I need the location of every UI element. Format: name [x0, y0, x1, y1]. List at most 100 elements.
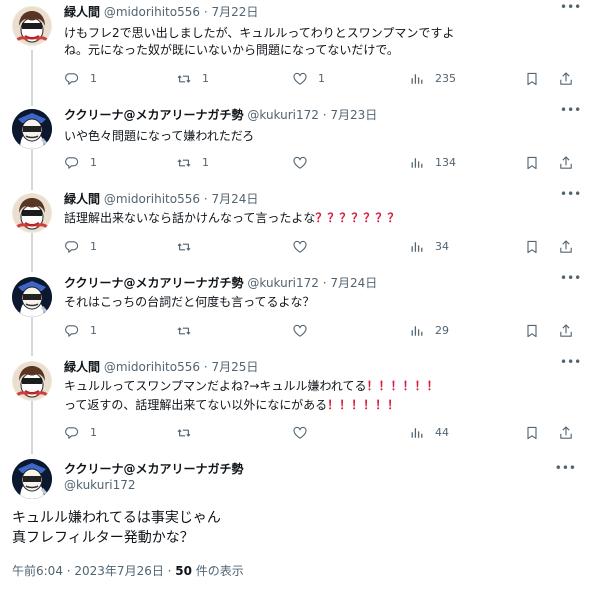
display-name[interactable]: 緑人間 [64, 192, 100, 206]
main-tweet-line: キュルル嫌われてるは事実じゃん [12, 510, 221, 526]
handle[interactable]: @kukuri172 [247, 276, 319, 290]
more-icon[interactable]: ••• [555, 461, 576, 475]
share-button[interactable] [558, 322, 574, 340]
views-button[interactable]: 29 [409, 322, 449, 340]
more-icon[interactable]: ••• [560, 356, 581, 371]
reply-button[interactable]: 1 [64, 424, 97, 442]
handle[interactable]: @kukuri172 [247, 108, 319, 122]
views-button[interactable]: 34 [409, 238, 449, 256]
bookmark-icon [527, 240, 537, 254]
bookmark-button[interactable] [524, 424, 540, 442]
tweet-timestamp[interactable]: 午前6:04 · 2023年7月26日 · [12, 564, 175, 578]
heart-icon [293, 156, 307, 169]
retweet-button[interactable]: 1 [176, 70, 209, 88]
tweet-text-emphasis: ！！！！！！ [366, 379, 439, 393]
handle[interactable]: @midorihito556 [104, 360, 200, 374]
reply-icon [65, 427, 79, 439]
handle[interactable]: @midorihito556 [104, 5, 200, 19]
tweet-meta: 午前6:04 · 2023年7月26日 · 50 件の表示 [12, 562, 244, 579]
tweet-header: ククリーナ@メカアリーナガチ勢 @kukuri172 · 7月24日 [64, 275, 377, 291]
analytics-icon [411, 157, 423, 169]
tweet-date[interactable]: 7月24日 [211, 192, 258, 206]
share-icon [560, 72, 572, 85]
tweet[interactable]: 緑人間 @midorihito556 · 7月25日 ••• キュルルってスワン… [0, 355, 590, 455]
avatar[interactable] [12, 109, 52, 149]
reply-count: 1 [90, 324, 97, 337]
like-button[interactable] [292, 154, 308, 172]
share-button[interactable] [558, 424, 574, 442]
tweet-text: けもフレ2で思い出しましたが、キュルルってわりとスワンプマンですよ ね。元になっ… [64, 25, 454, 59]
reply-button[interactable]: 1 [64, 70, 97, 88]
action-bar: 1 29 [64, 322, 582, 340]
action-bar: 1 44 [64, 424, 582, 442]
bookmark-button[interactable] [524, 70, 540, 88]
bookmark-button[interactable] [524, 154, 540, 172]
reply-icon [65, 73, 79, 85]
more-icon[interactable]: ••• [560, 188, 581, 203]
reply-icon [65, 241, 79, 253]
avatar[interactable] [12, 6, 52, 46]
share-button[interactable] [558, 70, 574, 88]
tweet-text-emphasis: ？？？？？？？ [315, 211, 400, 225]
like-button[interactable] [292, 238, 308, 256]
bookmark-icon [527, 324, 537, 338]
bookmark-button[interactable] [524, 238, 540, 256]
share-icon [560, 324, 572, 337]
retweet-button[interactable] [176, 238, 192, 256]
analytics-icon [411, 241, 423, 253]
tweet-text: キュルルってスワンプマンだよね?→キュルル嫌われてる！！！！！！ って返すの、話… [64, 377, 439, 415]
heart-icon [293, 324, 307, 337]
tweet-header: 緑人間 @midorihito556 · 7月22日 [64, 4, 258, 20]
tweet-header: 緑人間 @midorihito556 · 7月24日 [64, 191, 258, 207]
reply-button[interactable]: 1 [64, 238, 97, 256]
analytics-icon [411, 325, 423, 337]
reply-button[interactable]: 1 [64, 154, 97, 172]
tweet[interactable]: ククリーナ@メカアリーナガチ勢 @kukuri172 · 7月23日 ••• い… [0, 103, 590, 187]
tweet-text: いや色々問題になって嫌われただろ [64, 128, 254, 145]
avatar[interactable] [12, 277, 52, 317]
more-icon[interactable]: ••• [560, 272, 581, 287]
display-name[interactable]: ククリーナ@メカアリーナガチ勢 [64, 108, 244, 122]
avatar[interactable] [12, 361, 52, 401]
tweet-date[interactable]: 7月25日 [211, 360, 258, 374]
retweet-button[interactable] [176, 424, 192, 442]
tweet-date[interactable]: 7月22日 [211, 5, 258, 19]
display-name[interactable]: 緑人間 [64, 5, 100, 19]
bookmark-button[interactable] [524, 322, 540, 340]
tweet-text-emphasis: ！！！！！！ [327, 398, 400, 412]
view-count: 44 [435, 426, 449, 439]
more-icon[interactable]: ••• [560, 104, 581, 119]
action-bar: 1 1 134 [64, 154, 582, 172]
view-count: 29 [435, 324, 449, 337]
analytics-icon [411, 73, 423, 85]
more-icon[interactable]: ••• [560, 1, 581, 16]
display-name[interactable]: ククリーナ@メカアリーナガチ勢 [64, 276, 244, 290]
views-button[interactable]: 134 [409, 154, 456, 172]
retweet-button[interactable]: 1 [176, 154, 209, 172]
retweet-icon [177, 75, 191, 83]
display-name[interactable]: 緑人間 [64, 360, 100, 374]
share-button[interactable] [558, 238, 574, 256]
retweet-button[interactable] [176, 322, 192, 340]
handle[interactable]: @midorihito556 [104, 192, 200, 206]
avatar[interactable] [12, 193, 52, 233]
reply-button[interactable]: 1 [64, 322, 97, 340]
reply-count: 1 [90, 72, 97, 85]
share-button[interactable] [558, 154, 574, 172]
views-button[interactable]: 235 [409, 70, 456, 88]
tweet-date[interactable]: 7月24日 [330, 276, 377, 290]
views-button[interactable]: 44 [409, 424, 449, 442]
tweet-date[interactable]: 7月23日 [330, 108, 377, 122]
tweet[interactable]: 緑人間 @midorihito556 · 7月24日 ••• 話理解出来ないなら… [0, 187, 590, 271]
share-icon [560, 156, 572, 169]
tweet-text: 話理解出来ないなら話かけんなって言ったよな？？？？？？？ [64, 210, 399, 227]
display-name[interactable]: ククリーナ@メカアリーナガチ勢 [64, 460, 244, 477]
avatar[interactable] [12, 459, 52, 499]
like-button[interactable] [292, 424, 308, 442]
like-button[interactable]: 1 [292, 70, 325, 88]
tweet-text: それはこっちの台詞だと何度も言ってるよな？ [64, 294, 315, 311]
tweet[interactable]: 緑人間 @midorihito556 · 7月22日 ••• けもフレ2で思い出… [0, 0, 590, 104]
tweet[interactable]: ククリーナ@メカアリーナガチ勢 @kukuri172 · 7月24日 ••• そ… [0, 271, 590, 355]
like-button[interactable] [292, 322, 308, 340]
handle[interactable]: @kukuri172 [64, 478, 136, 492]
